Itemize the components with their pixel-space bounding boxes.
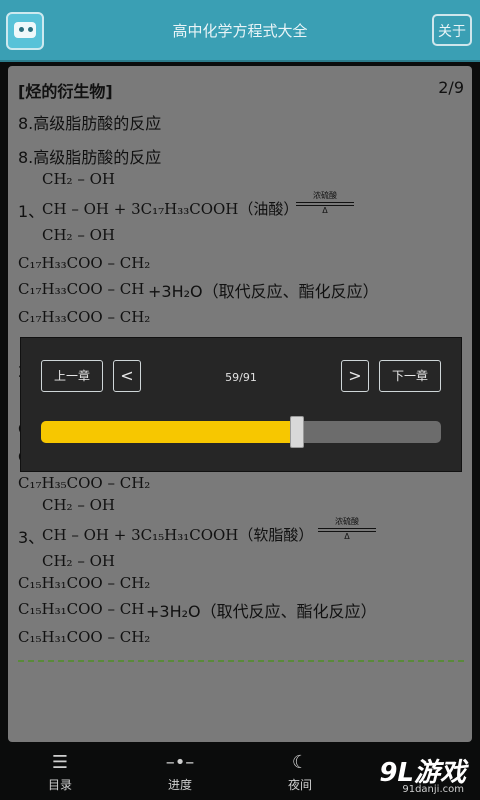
nav-label-progress: 进度 [167,778,192,792]
nav-item-night[interactable]: ☾ 夜间 [270,750,330,796]
progress-slider-track[interactable] [41,421,441,443]
category-heading: [烃的衍生物] [18,82,113,101]
moon-icon: ☾ [291,752,309,773]
section-heading: 8.高级脂肪酸的反应 [18,114,162,133]
eq1-product1: C₁₇H₃₃COO – CH₂ [18,254,151,272]
eq3-arrow-line [318,528,376,529]
eq3-row3: CH₂ – OH [42,552,115,570]
eq1-arrow-cond: Δ [322,206,328,215]
progress-slider-handle[interactable] [290,416,304,448]
eq3-arrow: 浓硫酸 Δ [318,516,376,541]
next-chapter-button[interactable]: 下一章 [379,360,441,392]
page-indicator: 2/9 [438,78,464,97]
eq1-arrow-label: 浓硫酸 [313,191,337,200]
nav-label-night: 夜间 [287,778,312,792]
list-icon: ☰ [51,752,69,773]
eq1-product3: C₁₇H₃₃COO – CH₂ [18,308,151,326]
watermark-url: 91danji.com [402,784,464,795]
page-title: 高中化学方程式大全 [172,22,308,40]
eq1-number: 1、 [18,202,45,221]
eq3-number: 3、 [18,528,45,547]
chapter-navigator: 上一章 < 59/91 > 下一章 [20,337,462,472]
eq1-product2-suffix: +3H₂O（取代反应、酯化反应） [148,282,379,301]
eq2-product3: C₁₇H₃₅COO – CH₂ [18,474,151,492]
nav-item-contents[interactable]: ☰ 目录 [30,750,90,796]
nav-item-progress[interactable]: –•– 进度 [150,750,210,796]
section-heading-repeat: 8.高级脂肪酸的反应 [18,148,162,167]
eq3-row1: CH₂ – OH [42,496,115,514]
nav-label-contents: 目录 [47,778,72,792]
eq1-row1: CH₂ – OH [42,170,115,188]
page-end-divider [18,660,464,662]
eq3-arrow-cond: Δ [344,532,350,541]
eq3-product1: C₁₅H₃₁COO – CH₂ [18,574,151,592]
progress-icon: –•– [165,752,195,773]
eq3-product2: C₁₅H₃₁COO – CH [18,600,145,618]
eq3-product3: C₁₅H₃₁COO – CH₂ [18,628,151,646]
eq3-product2-suffix: +3H₂O（取代反应、酯化反应） [146,602,377,621]
eq3-row2: CH – OH + 3C₁₅H₃₁COOH（软脂酸） [42,526,314,544]
eq1-arrow-line [296,202,354,203]
progress-slider-fill [41,421,297,443]
top-bar: 高中化学方程式大全 关于 [0,0,480,62]
eq3-arrow-label: 浓硫酸 [335,517,359,526]
next-page-button[interactable]: > [341,360,369,392]
eq1-row3: CH₂ – OH [42,226,115,244]
eq1-product2: C₁₇H₃₃COO – CH [18,280,145,298]
eq1-arrow: 浓硫酸 Δ [296,190,354,215]
eq1-row2: CH – OH + 3C₁₇H₃₃COOH（油酸） [42,200,299,218]
about-button[interactable]: 关于 [432,14,472,46]
